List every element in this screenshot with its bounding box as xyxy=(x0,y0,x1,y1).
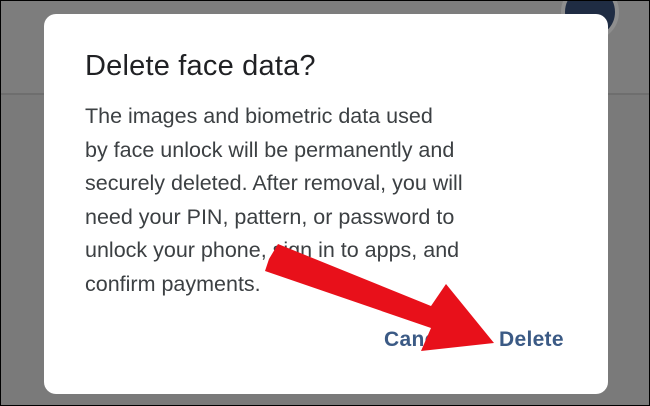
cancel-button[interactable]: Cancel xyxy=(384,328,455,352)
delete-button[interactable]: Delete xyxy=(499,328,564,352)
dialog-message-line: unlock your phone, sign in to apps, and xyxy=(85,238,460,262)
dialog-title: Delete face data? xyxy=(85,50,316,82)
dialog-message: The images and biometric data used by fa… xyxy=(85,100,585,301)
screenshot-frame: Delete face data? The images and biometr… xyxy=(0,0,650,406)
dialog-message-line: need your PIN, pattern, or password to xyxy=(85,204,455,229)
dialog-message-line: confirm payments. xyxy=(85,271,261,296)
dialog-message-line: The images and biometric data used xyxy=(85,104,433,128)
dialog-message-line: securely deleted. After removal, you wil… xyxy=(85,171,463,195)
dialog-message-line: by face unlock will be permanently and xyxy=(85,137,455,162)
delete-face-data-dialog: Delete face data? The images and biometr… xyxy=(44,14,608,394)
